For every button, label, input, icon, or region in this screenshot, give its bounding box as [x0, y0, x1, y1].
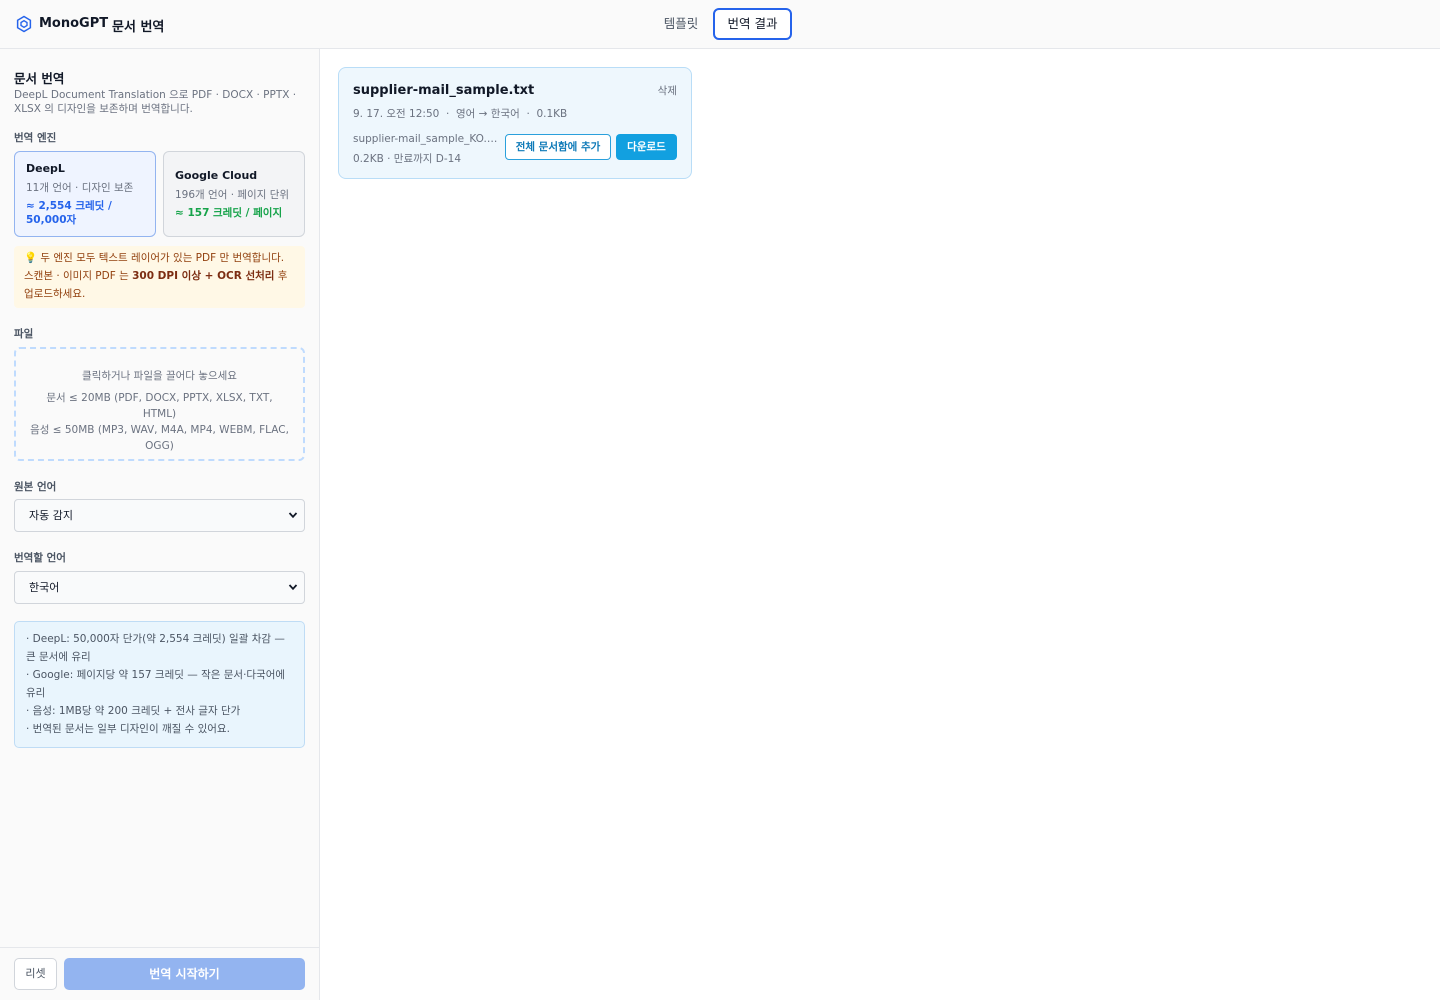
tab-templates[interactable]: 템플릿: [650, 9, 712, 39]
engine-label: 번역 엔진: [14, 132, 57, 144]
chevron-down-icon: [288, 584, 298, 591]
brand-name[interactable]: MonoGPT: [39, 16, 108, 31]
reset-button[interactable]: 리셋: [14, 958, 57, 990]
start-translation-button[interactable]: 번역 시작하기: [64, 958, 305, 990]
source-language-value: 자동 감지: [29, 509, 73, 522]
sidebar: 문서 번역 DeepL Document Translation 으로 PDF …: [0, 49, 320, 1000]
tab-results[interactable]: 번역 결과: [713, 8, 792, 40]
file-label: 파일: [14, 328, 34, 340]
file-dropzone[interactable]: 클릭하거나 파일을 끌어다 놓으세요 문서 ≤ 20MB (PDF, DOCX,…: [14, 347, 305, 461]
sidebar-footer: 리셋 번역 시작하기: [0, 947, 319, 1000]
info-line: · Google: 페이지당 약 157 크레딧 — 작은 문서·다국어에 유리: [26, 669, 286, 699]
result-file-name: supplier-mail_sample.txt: [353, 83, 535, 98]
info-line: · 음성: 1MB당 약 200 크레딧 + 전사 글자 단가: [26, 705, 241, 717]
ocr-notice: 💡 두 엔진 모두 텍스트 레이어가 있는 PDF 만 번역합니다. 스캔본 ·…: [14, 246, 305, 308]
output-file-meta: 0.2KB · 만료까지 D-14: [353, 153, 462, 165]
result-card: supplier-mail_sample.txt 삭제 9. 17. 오전 12…: [338, 67, 692, 179]
target-language-label: 번역할 언어: [14, 552, 66, 564]
info-line: · 번역된 문서는 일부 디자인이 깨질 수 있어요.: [26, 723, 230, 735]
top-header: MonoGPT 문서 번역 템플릿 번역 결과: [0, 0, 1440, 49]
target-language-value: 한국어: [29, 581, 60, 594]
chevron-down-icon: [288, 512, 298, 519]
engine-name: Google Cloud: [175, 169, 258, 182]
lightbulb-icon: 💡: [24, 252, 38, 264]
engine-card-deepl[interactable]: DeepL 11개 언어 · 디자인 보존 ≈ 2,554 크레딧 / 50,0…: [14, 151, 156, 237]
engine-meta: 11개 언어 · 디자인 보존: [26, 182, 134, 194]
engine-name: DeepL: [26, 162, 65, 175]
engine-card-google[interactable]: Google Cloud 196개 언어 · 페이지 단위 ≈ 157 크레딧 …: [163, 151, 305, 237]
info-line: · DeepL: 50,000자 단가(약 2,554 크레딧) 일괄 차감 —…: [26, 633, 285, 663]
download-button[interactable]: 다운로드: [616, 134, 677, 160]
sidebar-title: 문서 번역: [14, 71, 65, 86]
engine-cost: ≈ 157 크레딧 / 페이지: [175, 207, 283, 219]
engine-meta: 196개 언어 · 페이지 단위: [175, 189, 290, 201]
target-language-select[interactable]: 한국어: [14, 571, 305, 604]
notice-emphasis: 300 DPI 이상 + OCR 선처리: [132, 270, 275, 282]
source-language-label: 원본 언어: [14, 481, 57, 493]
source-language-select[interactable]: 자동 감지: [14, 499, 305, 532]
dropzone-audio-limits: 음성 ≤ 50MB (MP3, WAV, M4A, MP4, WEBM, FLA…: [30, 424, 289, 452]
add-to-library-button[interactable]: 전체 문서함에 추가: [505, 134, 611, 160]
output-file-name: supplier-mail_sample_KO.txt: [353, 133, 499, 145]
page-title: 문서 번역: [112, 20, 165, 35]
engine-cost: ≈ 2,554 크레딧 / 50,000자: [26, 200, 112, 226]
dropzone-hint: 클릭하거나 파일을 끌어다 놓으세요: [82, 370, 237, 382]
delete-button[interactable]: 삭제: [658, 83, 677, 98]
dropzone-doc-limits: 문서 ≤ 20MB (PDF, DOCX, PPTX, XLSX, TXT, H…: [46, 392, 273, 420]
logo-icon: [16, 15, 32, 33]
result-meta: 9. 17. 오전 12:50 · 영어 → 한국어 · 0.1KB: [353, 108, 568, 120]
pricing-info: · DeepL: 50,000자 단가(약 2,554 크레딧) 일괄 차감 —…: [14, 621, 305, 748]
sidebar-description: DeepL Document Translation 으로 PDF · DOCX…: [14, 89, 297, 115]
